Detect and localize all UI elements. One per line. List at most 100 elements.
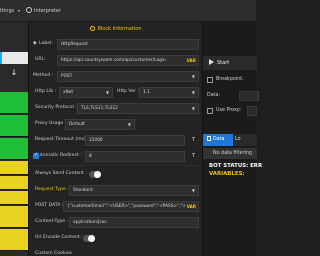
start-bar: Start	[203, 56, 257, 70]
debugger-panel: Start Breakpoint: Data: Use Proxy: Data …	[202, 22, 262, 256]
data-label: Data:	[207, 93, 221, 98]
tab-data[interactable]: Data	[203, 134, 233, 146]
custom-cookies-label: Custom Cookies	[35, 251, 73, 256]
tab-log-label: Lo	[235, 137, 241, 142]
block-item[interactable]	[0, 191, 28, 205]
request-type-label: Request Type :	[35, 187, 69, 192]
post-data-label: POST DATA :	[35, 203, 64, 208]
start-label: Start	[217, 60, 230, 66]
security-row: Security Protocol : TLS,TLS11,TLS12 ▼	[31, 102, 201, 116]
tab-log[interactable]: Lo	[235, 134, 257, 146]
label-field-label: Label:	[39, 41, 53, 46]
url-input[interactable]: https://api.countrysoem.com/api/customer…	[57, 55, 199, 66]
block-info-title-text: Block Information	[97, 26, 142, 32]
content-type-row: Content-Type : application/json	[31, 216, 201, 230]
document-icon	[207, 136, 211, 141]
http-lib-select[interactable]: xNet ▼	[59, 87, 113, 98]
post-data-row: POST DATA : {"customerEmail":"<USER>","p…	[31, 200, 201, 214]
max-redirect-input[interactable]: 8	[85, 151, 185, 162]
content-type-label: Content-Type :	[35, 219, 69, 224]
always-send-label: Always Send Content :	[35, 171, 87, 176]
request-type-value: Standard	[73, 188, 93, 193]
content-type-input[interactable]: application/json	[69, 217, 199, 228]
chevron-down-icon: ▼	[127, 122, 131, 127]
timeout-label: Request Timeout (ms) :	[35, 137, 89, 142]
redirect-text-button[interactable]: T	[189, 151, 198, 162]
interpreter-button[interactable]: Interpreter	[26, 6, 61, 16]
data-filter-bar[interactable]: No data filtering	[203, 148, 257, 159]
proxy-usage-select[interactable]: Default ▼	[65, 119, 135, 130]
settings-menu[interactable]: ttings ▾	[0, 6, 20, 16]
proxy-usage-row: Proxy Usage : Default ▼	[31, 118, 201, 132]
block-item[interactable]	[0, 161, 28, 175]
custom-cookies-row: Custom Cookies	[31, 248, 201, 256]
block-item[interactable]	[0, 92, 28, 114]
auto-redirect-checkbox[interactable]	[33, 152, 39, 159]
timeout-input[interactable]: 15000	[85, 135, 185, 146]
play-icon	[209, 59, 214, 65]
start-button[interactable]: Start	[209, 59, 229, 68]
chevron-down-icon: ▼	[191, 188, 195, 193]
post-data-value: {"customerEmail":"<USER>","password":"<P…	[67, 204, 192, 209]
security-select[interactable]: TLS,TLS11,TLS12 ▼	[77, 103, 199, 114]
method-select-value: POST	[61, 74, 73, 79]
request-type-row: Request Type : Standard ▼	[31, 184, 201, 198]
block-info-title: Block Information	[29, 22, 203, 36]
always-send-toggle[interactable]	[89, 171, 101, 178]
block-list: ↓	[0, 22, 28, 256]
http-ver-value: 1.1	[143, 90, 150, 95]
content-type-value: application/json	[73, 220, 107, 225]
block-item[interactable]	[0, 229, 28, 251]
proxy-usage-label: Proxy Usage :	[35, 121, 67, 126]
top-toolbar: ttings ▾ Interpreter	[0, 0, 256, 22]
security-label: Security Protocol :	[35, 105, 77, 110]
label-input-value: HttpRequest	[61, 42, 88, 47]
variables-heading: VARIABLES:	[209, 171, 245, 177]
bot-status-text: BOT STATUS: ERR	[209, 163, 263, 169]
block-list-selected-item[interactable]	[0, 52, 28, 64]
data-input[interactable]	[239, 91, 259, 101]
divider	[29, 165, 203, 166]
security-value: TLS,TLS11,TLS12	[81, 106, 118, 111]
chevron-down-icon: ▼	[191, 106, 195, 111]
settings-label: ttings	[0, 8, 15, 14]
interpreter-label: Interpreter	[34, 8, 62, 14]
url-row: URL: https://api.countrysoem.com/api/cus…	[31, 54, 201, 68]
chevron-down-icon: ▼	[191, 74, 195, 79]
post-data-var-button[interactable]: VAR	[184, 202, 196, 211]
block-item[interactable]	[0, 176, 28, 190]
use-proxy-label: Use Proxy:	[216, 108, 241, 113]
proxy-usage-value: Default	[69, 122, 85, 127]
max-redirect-value: 8	[89, 154, 92, 159]
breakpoint-label: Breakpoint:	[216, 77, 244, 82]
url-var-button[interactable]: VAR	[187, 56, 196, 65]
timeout-row: Request Timeout (ms) : 15000 T	[31, 134, 201, 148]
url-encode-row: Url Encode Content :	[31, 232, 201, 246]
auto-redirect-row: Automatic Redirect : 8 T	[31, 150, 201, 164]
block-item[interactable]	[0, 206, 28, 228]
debugger-tabs: Data Lo	[203, 134, 257, 146]
block-info-panel: Block Information ◆ Label: HttpRequest U…	[28, 22, 203, 256]
url-encode-toggle[interactable]	[83, 235, 95, 242]
label-input[interactable]: HttpRequest	[57, 39, 199, 50]
proxy-input[interactable]	[247, 106, 257, 116]
post-data-input[interactable]: {"customerEmail":"<USER>","password":"<P…	[63, 201, 199, 212]
request-type-select[interactable]: Standard ▼	[69, 185, 199, 196]
always-send-row: Always Send Content :	[31, 168, 201, 182]
use-proxy-checkbox[interactable]	[207, 108, 213, 114]
http-lib-label: Http Lib :	[35, 89, 57, 94]
url-encode-label: Url Encode Content :	[35, 235, 83, 240]
tag-icon: ◆	[33, 41, 37, 46]
chevron-down-icon: ▼	[191, 90, 195, 95]
http-ver-select[interactable]: 1.1 ▼	[139, 87, 199, 98]
block-item[interactable]	[0, 115, 28, 137]
timeout-text-button[interactable]: T	[189, 135, 198, 146]
method-select[interactable]: POST ▼	[57, 71, 199, 82]
method-label: Method :	[33, 73, 54, 78]
method-row: Method : POST ▼	[31, 70, 201, 84]
arrow-down-icon[interactable]: ↓	[0, 66, 28, 80]
timeout-value: 15000	[89, 138, 103, 143]
tab-data-label: Data	[213, 137, 225, 142]
breakpoint-checkbox[interactable]	[207, 77, 213, 83]
block-item[interactable]	[0, 138, 28, 160]
